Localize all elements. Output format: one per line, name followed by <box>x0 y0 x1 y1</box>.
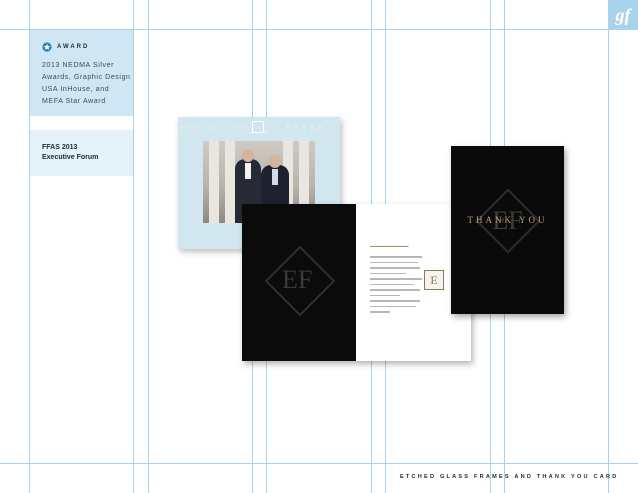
frame-monogram-mark <box>252 121 264 133</box>
award-description: 2013 NEDMA Silver Awards, Graphic Design… <box>42 62 131 105</box>
project-title-line2: Executive Forum <box>42 154 99 161</box>
award-panel: AWARD 2013 NEDMA Silver Awards, Graphic … <box>30 30 133 116</box>
grid-line <box>0 463 638 464</box>
grid-line <box>148 0 149 493</box>
grid-line <box>608 0 609 493</box>
thank-you-card-image: EF THANK YOU <box>451 146 564 314</box>
award-label: AWARD <box>57 44 90 50</box>
grid-line <box>133 0 134 493</box>
footer-caption: ETCHED GLASS FRAMES AND THANK YOU CARD <box>400 474 619 480</box>
letter-heading-decoration: ▬▬▬▬▬▬▬▬▬▬▬ <box>370 244 409 248</box>
folder-cover: EF <box>242 204 356 361</box>
folder-monogram: EF <box>282 265 313 294</box>
project-title-panel: FFAS 2013 Executive Forum <box>30 130 133 176</box>
letter-body-decoration <box>370 256 426 317</box>
project-title: FFAS 2013 Executive Forum <box>42 143 98 163</box>
brand-logo: gf <box>608 0 638 30</box>
award-rosette-icon <box>42 42 52 52</box>
award-heading: AWARD <box>42 42 89 52</box>
folder-image: EF ▬▬▬▬▬▬▬▬▬▬▬ E <box>242 204 471 361</box>
card-thank-you-text: THANK YOU <box>467 215 548 225</box>
project-title-line1: FFAS 2013 <box>42 144 78 151</box>
letter-ef-mark: E <box>424 270 444 290</box>
